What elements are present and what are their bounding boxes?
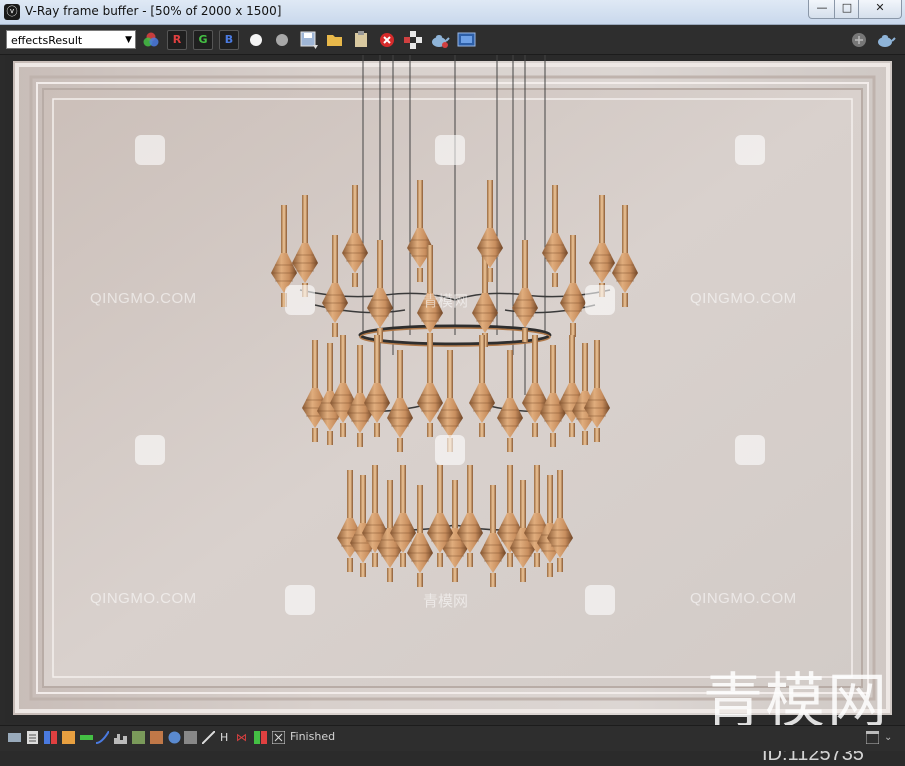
vfb-toolbar: effectsResult ▼ R G B [0,25,905,55]
chevron-down-icon: ▼ [125,35,132,45]
stereo-icon[interactable]: ⋈ [236,731,249,744]
save-image-icon[interactable] [299,30,319,50]
region-render-icon[interactable] [403,30,423,50]
curves-icon[interactable] [96,731,109,744]
histogram-icon[interactable] [114,731,127,744]
clipboard-icon[interactable] [352,30,370,48]
channel-select-value: effectsResult [11,34,83,47]
watermark-text: QINGMO.COM [690,290,797,307]
vfb-statusbar: H ⋈ Finished ⌄ [0,725,905,751]
frame-buffer-display-icon[interactable] [457,30,477,50]
close-button[interactable]: ✕ [858,0,902,19]
expand-down-icon[interactable]: ⌄ [884,731,897,744]
watermark-cn-text: 青模网 [423,592,469,610]
channel-select[interactable]: effectsResult ▼ [6,30,136,49]
rendered-image [13,55,892,715]
watermark-text: QINGMO.COM [90,590,197,607]
blue-channel-button[interactable]: B [219,30,239,50]
render-log-icon[interactable] [26,731,39,744]
srgb-icon[interactable] [184,731,197,744]
window-title: V-Ray frame buffer - [50% of 2000 x 1500… [25,4,282,18]
render-status-text: Finished [290,730,336,743]
open-folder-icon[interactable] [326,31,344,49]
ocio-icon[interactable] [168,731,181,744]
alpha-white-icon[interactable] [248,32,264,48]
pixel-aspect-icon[interactable] [202,731,215,744]
show-panel-icon[interactable] [8,731,21,744]
dock-panel-icon[interactable] [866,731,879,744]
watermark-text: QINGMO.COM [90,290,197,307]
levels-icon[interactable] [80,731,93,744]
mono-icon[interactable] [274,32,290,48]
color-channels-icon[interactable] [142,31,160,49]
stereo-h-icon[interactable]: H [220,731,233,744]
color-correction-icon[interactable] [44,731,57,744]
lut-icon[interactable] [132,731,145,744]
track-mouse-icon[interactable] [272,731,285,744]
green-channel-button[interactable]: G [193,30,213,50]
render-history-icon[interactable] [850,31,868,49]
render-viewport[interactable]: QINGMO.COM QINGMO.COM QINGMO.COM QINGMO.… [5,55,900,765]
red-channel-button[interactable]: R [167,30,187,50]
minimize-button[interactable]: — [808,0,836,19]
clear-image-icon[interactable] [378,31,396,49]
vray-app-icon: ⓥ [4,4,20,20]
teapot-icon[interactable] [876,31,896,49]
compare-icon[interactable] [254,731,267,744]
watermark-text: QINGMO.COM [690,590,797,607]
maximize-button[interactable]: □ [834,0,860,19]
watermark-cn-text: 青模网 [423,292,469,310]
background-image-icon[interactable] [150,731,163,744]
exposure-icon[interactable] [62,731,75,744]
render-teapot-icon[interactable] [430,30,450,50]
window-titlebar: ⓥ V-Ray frame buffer - [50% of 2000 x 15… [0,0,905,25]
